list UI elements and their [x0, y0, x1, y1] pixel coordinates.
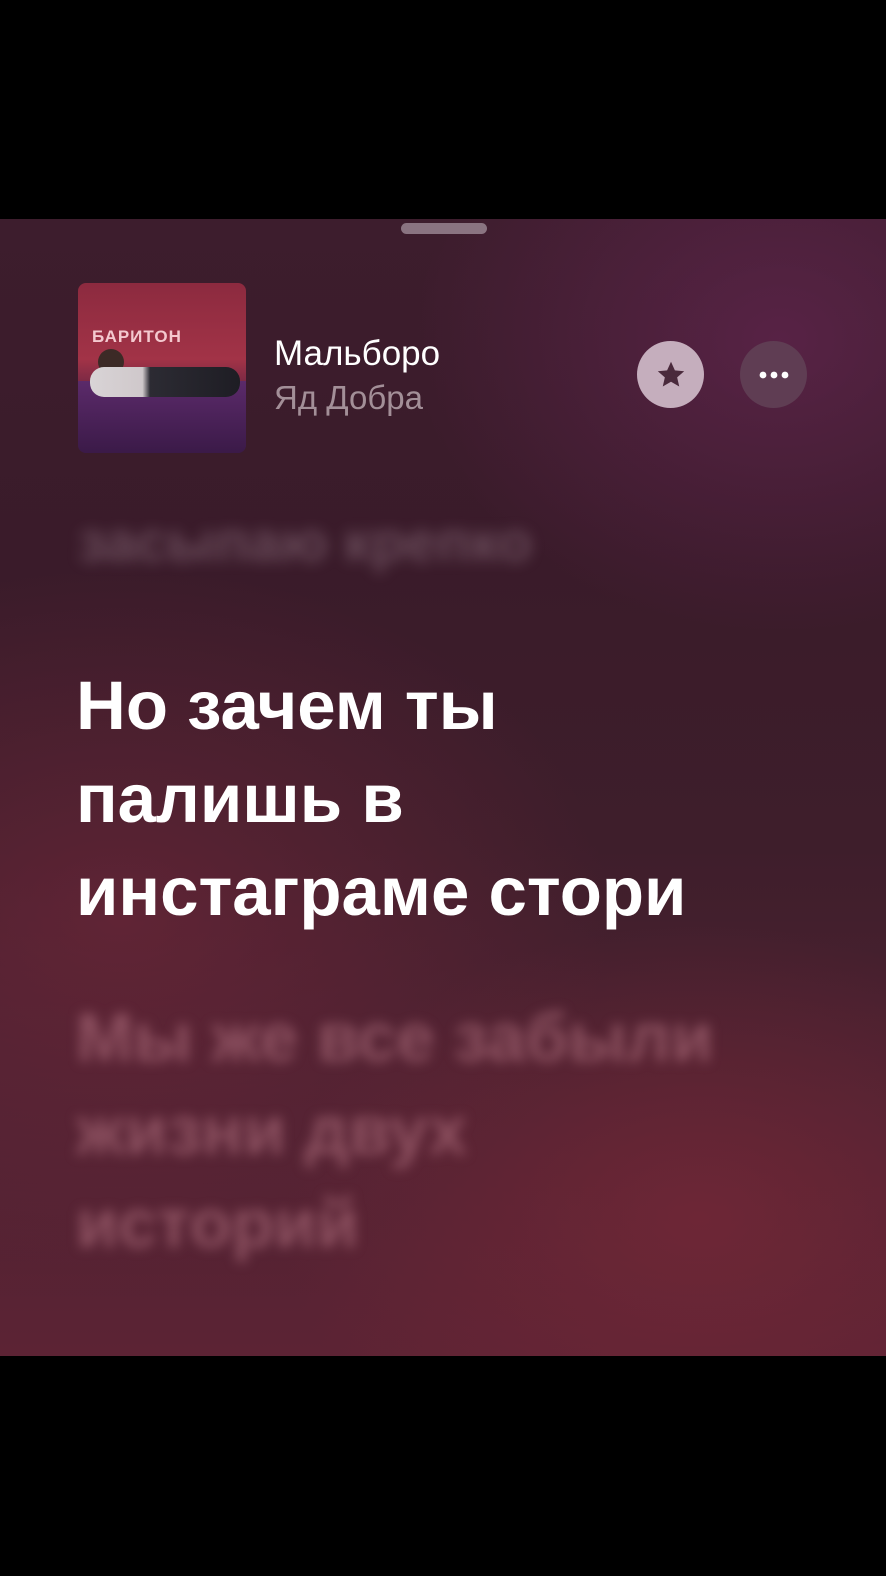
- lyric-current-line-1: Но зачем ты: [76, 667, 498, 744]
- more-options-button[interactable]: [740, 341, 807, 408]
- lyric-current-line-2: палишь в: [76, 760, 404, 837]
- bottom-letterbox: [0, 1356, 886, 1576]
- lyric-current-line-3: инстаграме стори: [76, 853, 687, 930]
- star-icon: [657, 361, 684, 387]
- lyric-line-next[interactable]: Мы же все забыли жизни двух историй: [76, 991, 836, 1270]
- lyric-next-line-2: жизни двух: [76, 1092, 467, 1169]
- lyric-next-line-1: Мы же все забыли: [76, 999, 714, 1076]
- favorite-button[interactable]: [637, 341, 704, 408]
- album-cover[interactable]: БАРИТОН: [78, 283, 246, 453]
- sheet-grabber-handle[interactable]: [401, 223, 487, 234]
- cover-figure: [90, 367, 240, 397]
- lyric-next-line-3: историй: [76, 1185, 359, 1262]
- lyrics-sheet: БАРИТОН Мальборо Яд Добра засыпаю крепко…: [0, 219, 886, 1356]
- lyric-line-current[interactable]: Но зачем ты палишь в инстаграме стори: [76, 659, 836, 938]
- track-title[interactable]: Мальборо: [274, 334, 440, 374]
- lyric-line-previous[interactable]: засыпаю крепко: [78, 509, 532, 575]
- track-artist[interactable]: Яд Добра: [274, 379, 423, 417]
- cover-title-text: БАРИТОН: [92, 327, 182, 346]
- top-letterbox: [0, 0, 886, 219]
- ellipsis-icon: [759, 371, 788, 378]
